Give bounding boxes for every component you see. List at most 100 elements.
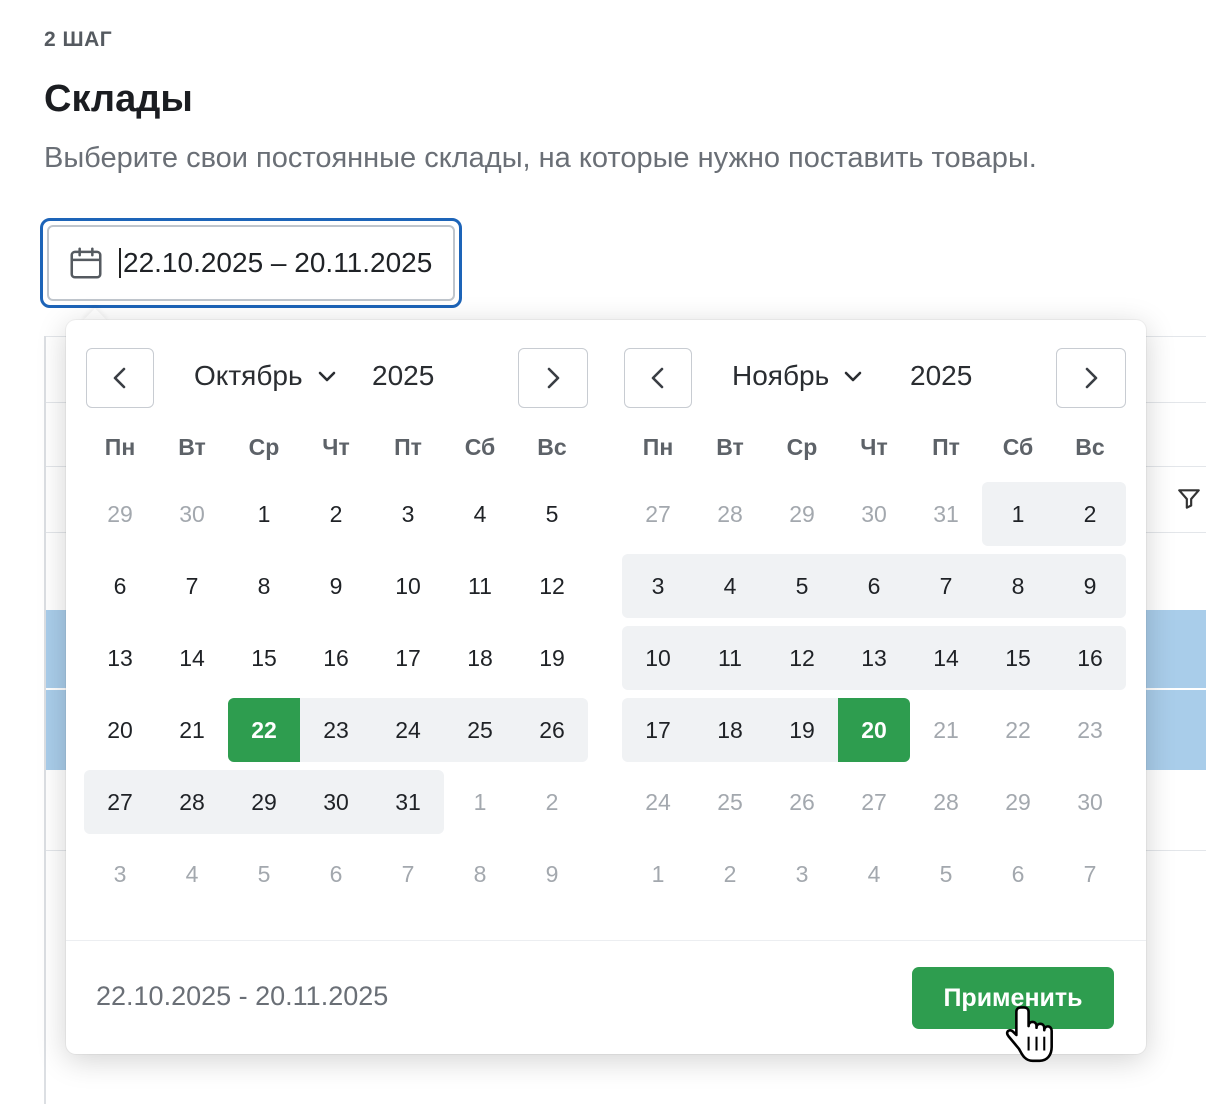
day-cell[interactable]: 16 [300, 626, 372, 690]
day-cell-outside-month[interactable]: 7 [1054, 842, 1126, 906]
day-cell-in-range[interactable]: 10 [622, 626, 694, 690]
weekday-label: Пн [104, 434, 136, 460]
day-cell-outside-month[interactable]: 29 [982, 770, 1054, 834]
day-cell-outside-month[interactable]: 4 [156, 842, 228, 906]
day-cell-in-range[interactable]: 3 [622, 554, 694, 618]
day-cell-outside-month[interactable]: 5 [910, 842, 982, 906]
day-cell[interactable]: 4 [444, 482, 516, 546]
day-cell-in-range[interactable]: 28 [156, 770, 228, 834]
day-cell-in-range[interactable]: 31 [372, 770, 444, 834]
day-cell-in-range[interactable]: 19 [766, 698, 838, 762]
year-label-right[interactable]: 2025 [910, 360, 972, 392]
day-cell-in-range[interactable]: 27 [84, 770, 156, 834]
day-cell-outside-month[interactable]: 3 [84, 842, 156, 906]
day-cell-outside-month[interactable]: 30 [838, 482, 910, 546]
day-cell-outside-month[interactable]: 21 [910, 698, 982, 762]
day-cell-outside-month[interactable]: 2 [694, 842, 766, 906]
day-cell-outside-month[interactable]: 28 [910, 770, 982, 834]
day-cell-outside-month[interactable]: 1 [444, 770, 516, 834]
day-grid-left: Пн Вт Ср Чт Пт Сб Вс 29 30 1 2 3 4 5 6 7 8 9 10 11 12 13 14 15 1… [84, 434, 588, 910]
day-cell-outside-month[interactable]: 30 [156, 482, 228, 546]
day-grid-right: Пн Вт Ср Чт Пт Сб Вс 27 28 29 30 31 1 2 3 4 5 6 7 8 9 10 11 12 1… [622, 434, 1126, 910]
day-cell-in-range[interactable]: 4 [694, 554, 766, 618]
day-cell-outside-month[interactable]: 8 [444, 842, 516, 906]
day-cell-outside-month[interactable]: 24 [622, 770, 694, 834]
day-cell-outside-month[interactable]: 30 [1054, 770, 1126, 834]
day-cell-selected[interactable]: 22 [228, 698, 300, 762]
next-month-button[interactable] [1056, 348, 1126, 408]
day-cell-outside-month[interactable]: 3 [766, 842, 838, 906]
day-cell-outside-month[interactable]: 6 [300, 842, 372, 906]
next-month-button[interactable] [518, 348, 588, 408]
prev-month-button[interactable] [624, 348, 692, 408]
day-cell-in-range[interactable]: 8 [982, 554, 1054, 618]
day-cell-in-range[interactable]: 5 [766, 554, 838, 618]
day-cell-in-range[interactable]: 12 [766, 626, 838, 690]
step-label: 2 ШАГ [44, 28, 113, 51]
day-cell[interactable]: 10 [372, 554, 444, 618]
day-cell-in-range[interactable]: 15 [982, 626, 1054, 690]
filter-icon[interactable] [1176, 486, 1202, 512]
day-cell[interactable]: 6 [84, 554, 156, 618]
day-cell-selected[interactable]: 20 [838, 698, 910, 762]
day-cell-outside-month[interactable]: 22 [982, 698, 1054, 762]
day-cell[interactable]: 15 [228, 626, 300, 690]
day-cell-outside-month[interactable]: 31 [910, 482, 982, 546]
day-cell-outside-month[interactable]: 2 [516, 770, 588, 834]
day-cell-in-range[interactable]: 29 [228, 770, 300, 834]
day-cell-in-range[interactable]: 26 [516, 698, 588, 762]
day-cell[interactable]: 2 [300, 482, 372, 546]
day-cell[interactable]: 11 [444, 554, 516, 618]
day-cell-outside-month[interactable]: 29 [766, 482, 838, 546]
day-cell[interactable]: 17 [372, 626, 444, 690]
day-cell-in-range[interactable]: 25 [444, 698, 516, 762]
day-cell-in-range[interactable]: 18 [694, 698, 766, 762]
day-cell-outside-month[interactable]: 29 [84, 482, 156, 546]
day-cell[interactable]: 5 [516, 482, 588, 546]
day-cell-in-range[interactable]: 1 [982, 482, 1054, 546]
day-cell-in-range[interactable]: 30 [300, 770, 372, 834]
day-cell-outside-month[interactable]: 6 [982, 842, 1054, 906]
day-cell[interactable]: 14 [156, 626, 228, 690]
day-cell-outside-month[interactable]: 27 [838, 770, 910, 834]
week-row: 3456789 [84, 838, 588, 910]
day-cell-in-range[interactable]: 11 [694, 626, 766, 690]
month-select-right[interactable]: Ноябрь [732, 360, 863, 392]
day-cell[interactable]: 1 [228, 482, 300, 546]
day-cell-outside-month[interactable]: 28 [694, 482, 766, 546]
day-cell[interactable]: 13 [84, 626, 156, 690]
day-cell-outside-month[interactable]: 27 [622, 482, 694, 546]
date-range-input[interactable]: 22.10.2025 – 20.11.2025 [40, 218, 462, 308]
day-cell-in-range[interactable]: 6 [838, 554, 910, 618]
day-cell[interactable]: 18 [444, 626, 516, 690]
day-cell-outside-month[interactable]: 7 [372, 842, 444, 906]
day-cell[interactable]: 20 [84, 698, 156, 762]
day-cell[interactable]: 12 [516, 554, 588, 618]
day-cell-in-range[interactable]: 17 [622, 698, 694, 762]
day-cell[interactable]: 7 [156, 554, 228, 618]
day-cell[interactable]: 3 [372, 482, 444, 546]
day-cell-outside-month[interactable]: 4 [838, 842, 910, 906]
hand-pointer-cursor-icon [1005, 1006, 1053, 1063]
day-cell-in-range[interactable]: 23 [300, 698, 372, 762]
day-cell-outside-month[interactable]: 23 [1054, 698, 1126, 762]
day-cell-in-range[interactable]: 7 [910, 554, 982, 618]
day-cell-outside-month[interactable]: 9 [516, 842, 588, 906]
year-label-left[interactable]: 2025 [372, 360, 434, 392]
prev-month-button[interactable] [86, 348, 154, 408]
day-cell-in-range[interactable]: 2 [1054, 482, 1126, 546]
month-select-left[interactable]: Октябрь [194, 360, 337, 392]
day-cell[interactable]: 9 [300, 554, 372, 618]
day-cell-in-range[interactable]: 14 [910, 626, 982, 690]
day-cell[interactable]: 8 [228, 554, 300, 618]
day-cell-in-range[interactable]: 24 [372, 698, 444, 762]
day-cell-in-range[interactable]: 9 [1054, 554, 1126, 618]
day-cell[interactable]: 19 [516, 626, 588, 690]
day-cell-outside-month[interactable]: 25 [694, 770, 766, 834]
day-cell-outside-month[interactable]: 1 [622, 842, 694, 906]
day-cell-in-range[interactable]: 16 [1054, 626, 1126, 690]
day-cell-outside-month[interactable]: 26 [766, 770, 838, 834]
day-cell-in-range[interactable]: 13 [838, 626, 910, 690]
day-cell-outside-month[interactable]: 5 [228, 842, 300, 906]
day-cell[interactable]: 21 [156, 698, 228, 762]
